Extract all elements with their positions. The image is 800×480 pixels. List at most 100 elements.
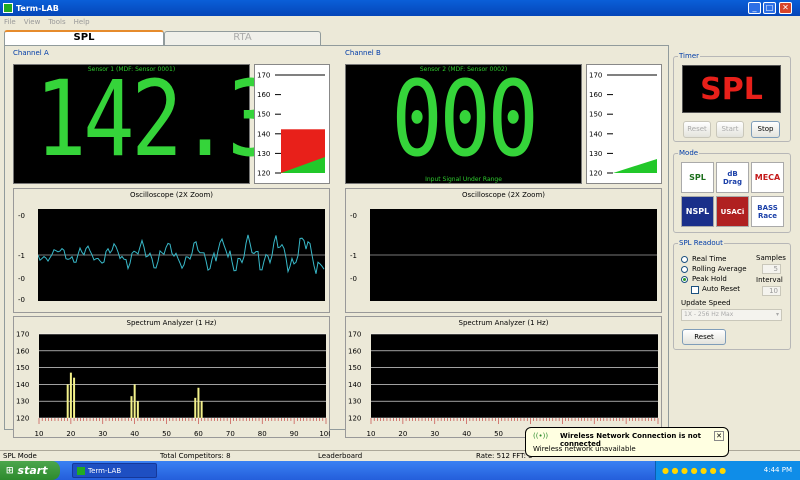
spec-a-plot-area <box>39 334 326 418</box>
channel-a-spec-title: Spectrum Analyzer (1 Hz) <box>126 319 217 327</box>
auto-reset-checkbox[interactable] <box>691 286 699 294</box>
balloon-close-button[interactable]: ✕ <box>714 431 724 441</box>
tab-strip: SPL RTA <box>4 30 324 45</box>
mode-usaci-icon[interactable]: USACi <box>716 196 749 227</box>
spec-y-tick-label: 130 <box>16 398 29 406</box>
spec-bar <box>69 372 72 418</box>
osc-a-tick: -1 <box>18 252 25 260</box>
mode-spl-icon[interactable]: SPL <box>681 162 714 193</box>
tray-icons[interactable]: ● ● ● ● ● ● ● <box>662 466 726 475</box>
start-label: start <box>17 464 48 477</box>
mode-nspl-icon[interactable]: NSPL <box>681 196 714 227</box>
notification-balloon: ((•)) Wireless Network Connection is not… <box>525 427 729 457</box>
minimize-button[interactable]: _ <box>748 2 761 14</box>
samples-label: Samples <box>756 254 786 262</box>
spec-x-tick-label: 50 <box>162 430 171 438</box>
rolling-average-radio[interactable] <box>681 266 688 273</box>
spec-bar <box>66 384 69 418</box>
start-button[interactable]: ⊞ start <box>0 461 60 480</box>
channel-a-label: Channel A <box>13 49 49 57</box>
spec-bar <box>130 396 133 418</box>
real-time-label: Real Time <box>692 255 727 263</box>
spec-b-plot-area <box>371 334 658 418</box>
spec-x-tick-label: 20 <box>66 430 75 438</box>
spec-x-tick-label: 40 <box>462 430 471 438</box>
menu-bar: File View Tools Help <box>0 16 800 27</box>
interval-input[interactable]: 10 <box>762 286 781 296</box>
spec-bar <box>194 397 197 418</box>
samples-input[interactable]: 5 <box>762 264 781 274</box>
gauge-tick-label: 160 <box>257 91 270 99</box>
readout-reset-button[interactable]: Reset <box>682 329 726 345</box>
channel-b-label: Channel B <box>345 49 381 57</box>
wireless-icon: ((•)) <box>533 432 549 440</box>
system-tray: ● ● ● ● ● ● ● 4:44 PM <box>655 461 800 480</box>
real-time-radio[interactable] <box>681 256 688 263</box>
channel-a-spectrum: 170 160 150 140 130 120 10 20 30 40 50 60 70 80 90 100 <box>16 331 330 439</box>
osc-b-tick: -0 <box>350 275 357 283</box>
spec-y-tick-label: 120 <box>16 415 29 423</box>
spec-bar <box>73 377 76 418</box>
update-speed-select[interactable]: 1X - 256 Hz Max ▾ <box>681 309 782 321</box>
status-rate: Rate: 512 FFT: 5 <box>476 452 533 460</box>
clock: 4:44 PM <box>763 466 792 474</box>
gauge-tick-label: 140 <box>589 130 602 138</box>
app-icon <box>77 466 85 475</box>
status-mode: SPL Mode <box>3 452 37 460</box>
status-leaderboard[interactable]: Leaderboard <box>318 452 362 460</box>
spec-x-tick-label: 10 <box>35 430 44 438</box>
chevron-down-icon: ▾ <box>775 311 779 318</box>
menu-view[interactable]: View <box>24 18 41 26</box>
channel-b-reading: 000 <box>391 58 538 180</box>
tab-spl[interactable]: SPL <box>4 30 164 45</box>
menu-help[interactable]: Help <box>74 18 90 26</box>
gauge-tick-label: 170 <box>589 72 602 80</box>
timer-start-button[interactable]: Start <box>716 121 744 138</box>
close-button[interactable]: ✕ <box>779 2 792 14</box>
osc-a-tick: -0 <box>18 275 25 283</box>
tab-rta[interactable]: RTA <box>164 31 321 45</box>
peak-hold-label: Peak Hold <box>692 275 727 283</box>
title-bar: Term-LAB <box>0 0 800 16</box>
spec-y-tick-label: 150 <box>348 364 361 372</box>
spec-bar <box>133 384 136 418</box>
channel-a-osc-title: Oscilloscope (2X Zoom) <box>130 191 213 199</box>
timer-stop-button[interactable]: Stop <box>751 121 780 138</box>
spec-x-tick-label: 60 <box>194 430 203 438</box>
taskbar-item-termlab[interactable]: Term-LAB <box>72 463 157 478</box>
channel-b-osc-title: Oscilloscope (2X Zoom) <box>462 191 545 199</box>
mode-meca-icon[interactable]: MECA <box>751 162 784 193</box>
spec-x-tick-label: 30 <box>430 430 439 438</box>
mode-dbdrag-icon[interactable]: dB Drag <box>716 162 749 193</box>
spl-readout-title: SPL Readout <box>678 239 724 247</box>
channel-a-display: Sensor 1 (MDF: Sensor 0001) 142.3 <box>13 58 279 184</box>
spec-x-tick-label: 20 <box>398 430 407 438</box>
peak-hold-radio[interactable] <box>681 276 688 283</box>
windows-flag-icon: ⊞ <box>6 465 14 476</box>
maximize-button[interactable]: □ <box>763 2 776 14</box>
channel-b-spectrum: 170160150140130120102030405060708090100 <box>348 331 662 439</box>
spec-y-tick-label: 170 <box>348 331 361 339</box>
gauge-tick-label: 160 <box>589 91 602 99</box>
spec-x-tick-label: 50 <box>494 430 503 438</box>
timer-title: Timer <box>678 52 701 60</box>
mode-bassrace-icon[interactable]: BASS Race <box>751 196 784 227</box>
gauge-tick-label: 140 <box>257 130 270 138</box>
spec-x-tick-label: 40 <box>130 430 139 438</box>
channel-b-level-gauge: 170 160 150 140 130 120 <box>586 64 662 184</box>
spec-x-tick-label: 10 <box>367 430 376 438</box>
spec-x-tick-label: 70 <box>226 430 235 438</box>
channel-a-reading: 142.3 <box>35 58 279 180</box>
menu-tools[interactable]: Tools <box>48 18 65 26</box>
taskbar-item-label: Term-LAB <box>88 466 122 475</box>
gauge-tick-label: 150 <box>257 111 270 119</box>
osc-a-tick: -0 <box>18 296 25 304</box>
interval-label: Interval <box>756 276 783 284</box>
balloon-body: Wireless network unavailable <box>533 445 636 453</box>
taskbar: ⊞ start Term-LAB ● ● ● ● ● ● ● 4:44 PM <box>0 461 800 480</box>
spec-y-tick-label: 140 <box>348 381 361 389</box>
osc-b-tick: -1 <box>350 252 357 260</box>
timer-display: SPL <box>682 65 781 113</box>
menu-file[interactable]: File <box>4 18 16 26</box>
timer-reset-button[interactable]: Reset <box>683 121 711 138</box>
